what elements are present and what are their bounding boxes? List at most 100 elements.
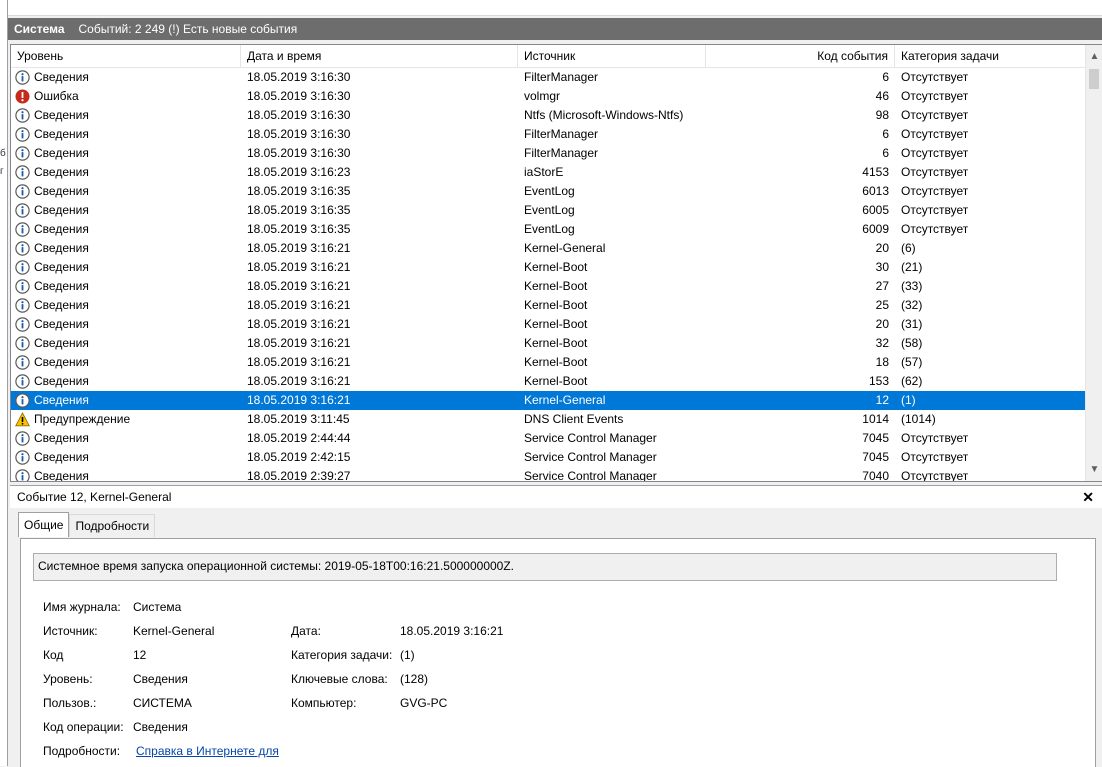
event-message[interactable]: Системное время запуска операционной сис… [33, 553, 1057, 581]
event-list[interactable]: Уровень Дата и время Источник Код событи… [10, 44, 1102, 482]
row-level: Сведения [15, 334, 89, 353]
source-value: Kernel-General [133, 624, 215, 638]
date-value: 18.05.2019 3:16:21 [400, 624, 504, 638]
table-row[interactable]: Сведения 18.05.2019 3:16:30 Ntfs (Microsof… [11, 106, 1085, 125]
column-header-source[interactable]: Источник [518, 45, 706, 67]
info-icon [15, 222, 30, 237]
event-summary: Событий: 2 249 (!) Есть новые события [78, 22, 298, 36]
table-row[interactable]: Сведения 18.05.2019 3:16:21 Kernel-Boot 32 (… [11, 334, 1085, 353]
row-datetime: 18.05.2019 3:16:21 [247, 317, 351, 331]
row-level-text: Сведения [34, 298, 89, 312]
tab-details[interactable]: Подробности [69, 514, 156, 537]
log-name: Система [14, 22, 65, 36]
row-level-text: Сведения [34, 108, 89, 122]
row-task-category: Отсутствует [901, 431, 969, 445]
table-row[interactable]: Сведения 18.05.2019 2:44:44 Service Contro… [11, 429, 1085, 448]
row-datetime: 18.05.2019 3:16:23 [247, 165, 351, 179]
table-row[interactable]: Ошибка 18.05.2019 3:16:30 volmgr 46 Отсутств… [11, 87, 1085, 106]
row-source: volmgr [524, 89, 561, 103]
row-datetime: 18.05.2019 3:16:30 [247, 146, 351, 160]
row-event-id: 25 [875, 298, 889, 312]
scroll-up-icon[interactable]: ▲ [1086, 48, 1102, 65]
row-source: DNS Client Events [524, 412, 624, 426]
row-source: Ntfs (Microsoft-Windows-Ntfs) [524, 108, 684, 122]
row-task-category: Отсутствует [901, 70, 969, 84]
scroll-down-icon[interactable]: ▼ [1086, 461, 1102, 478]
table-row[interactable]: Сведения 18.05.2019 2:39:27 Service Contro… [11, 467, 1085, 482]
row-event-id: 7040 [862, 469, 889, 482]
row-datetime: 18.05.2019 3:16:21 [247, 374, 351, 388]
detail-tabs: Общие Подробности [18, 512, 156, 538]
row-event-id: 153 [868, 374, 889, 388]
table-row[interactable]: Сведения 18.05.2019 3:16:21 Kernel-General… [11, 391, 1085, 410]
row-level-text: Сведения [34, 203, 89, 217]
row-level-text: Сведения [34, 184, 89, 198]
row-source: Kernel-General [524, 241, 606, 255]
row-source: Kernel-Boot [524, 298, 588, 312]
table-row[interactable]: Сведения 18.05.2019 3:16:21 Kernel-Boot 25 (… [11, 296, 1085, 315]
top-strip [8, 0, 1102, 16]
table-row[interactable]: Сведения 18.05.2019 3:16:35 EventLog 6009 От… [11, 220, 1085, 239]
column-header-event-id[interactable]: Код события [706, 45, 895, 67]
table-row[interactable]: Сведения 18.05.2019 3:16:35 EventLog 6013 От… [11, 182, 1085, 201]
log-name-value: Система [133, 600, 182, 614]
row-level: Сведения [15, 448, 89, 467]
left-pane-glyph: г [0, 166, 4, 177]
row-level: Сведения [15, 277, 89, 296]
row-source: Kernel-Boot [524, 279, 588, 293]
row-source: EventLog [524, 184, 575, 198]
row-task-category: (62) [901, 374, 923, 388]
vertical-scrollbar[interactable]: ▲ ▼ [1085, 45, 1102, 481]
row-datetime: 18.05.2019 3:16:21 [247, 355, 351, 369]
row-level-text: Сведения [34, 393, 89, 407]
row-level: Сведения [15, 429, 89, 448]
row-event-id: 6005 [862, 203, 889, 217]
table-row[interactable]: Сведения 18.05.2019 3:16:30 FilterManager 6… [11, 68, 1085, 87]
table-row[interactable]: Предупреждение 18.05.2019 3:11:45 DNS Clie… [11, 410, 1085, 429]
row-source: EventLog [524, 222, 575, 236]
row-level: Сведения [15, 353, 89, 372]
table-row[interactable]: Сведения 18.05.2019 3:16:23 iaStorE 4153 Отс… [11, 163, 1085, 182]
table-row[interactable]: Сведения 18.05.2019 2:42:15 Service Contro… [11, 448, 1085, 467]
row-task-category: (21) [901, 260, 923, 274]
tab-general[interactable]: Общие [18, 512, 70, 537]
row-task-category: (32) [901, 298, 923, 312]
online-help-link[interactable]: Справка в Интернете для [136, 744, 279, 758]
table-row[interactable]: Сведения 18.05.2019 3:16:30 FilterManager 6… [11, 125, 1085, 144]
row-task-category: Отсутствует [901, 89, 969, 103]
row-task-category: (33) [901, 279, 923, 293]
table-row[interactable]: Сведения 18.05.2019 3:16:21 Kernel-Boot 30 (… [11, 258, 1085, 277]
row-task-category: Отсутствует [901, 469, 969, 482]
row-level: Сведения [15, 467, 89, 481]
info-icon [15, 203, 30, 218]
scrollbar-thumb[interactable] [1089, 69, 1099, 89]
row-datetime: 18.05.2019 2:42:15 [247, 450, 351, 464]
close-icon[interactable]: ✕ [1082, 486, 1094, 508]
row-level-text: Ошибка [34, 89, 79, 103]
column-header-task-category[interactable]: Категория задачи [895, 45, 1085, 67]
left-pane-glyph: б [0, 148, 6, 159]
detail-title: Событие 12, Kernel-General [17, 490, 172, 504]
column-header-datetime[interactable]: Дата и время [241, 45, 518, 67]
table-row[interactable]: Сведения 18.05.2019 3:16:21 Kernel-General… [11, 239, 1085, 258]
table-row[interactable]: Сведения 18.05.2019 3:16:21 Kernel-Boot 18 (… [11, 353, 1085, 372]
table-row[interactable]: Сведения 18.05.2019 3:16:35 EventLog 6005 От… [11, 201, 1085, 220]
table-row[interactable]: Сведения 18.05.2019 3:16:30 FilterManager 6… [11, 144, 1085, 163]
column-header-level[interactable]: Уровень [11, 45, 241, 67]
table-row[interactable]: Сведения 18.05.2019 3:16:21 Kernel-Boot 20 (… [11, 315, 1085, 334]
row-level: Сведения [15, 220, 89, 239]
table-row[interactable]: Сведения 18.05.2019 3:16:21 Kernel-Boot 27 (… [11, 277, 1085, 296]
category-label: Категория задачи: [291, 648, 393, 662]
row-level-text: Сведения [34, 146, 89, 160]
row-task-category: (58) [901, 336, 923, 350]
error-icon [15, 89, 30, 104]
event-list-header: Уровень Дата и время Источник Код событи… [11, 45, 1085, 68]
row-event-id: 6009 [862, 222, 889, 236]
info-icon [15, 127, 30, 142]
info-icon [15, 374, 30, 389]
row-event-id: 20 [875, 241, 889, 255]
table-row[interactable]: Сведения 18.05.2019 3:16:21 Kernel-Boot 153… [11, 372, 1085, 391]
row-source: Service Control Manager [524, 469, 657, 482]
date-label: Дата: [291, 624, 321, 638]
row-task-category: Отсутствует [901, 203, 969, 217]
